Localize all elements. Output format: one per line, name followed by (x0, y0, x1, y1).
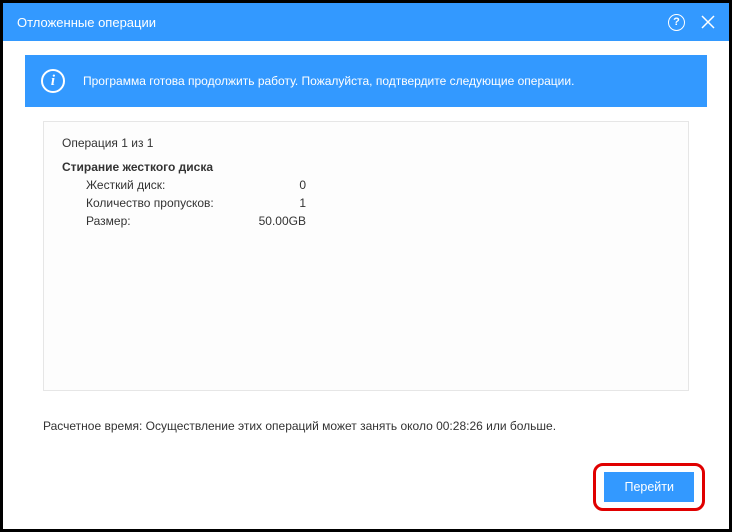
highlight-annotation: Перейти (593, 463, 705, 511)
operation-row-label: Количество пропусков: (86, 194, 246, 212)
help-icon[interactable]: ? (668, 14, 685, 31)
operation-counter: Операция 1 из 1 (62, 136, 670, 150)
window-title: Отложенные операции (17, 15, 668, 30)
operation-row-value: 0 (246, 176, 306, 194)
titlebar: Отложенные операции ? (3, 3, 729, 41)
operation-row: Размер: 50.00GB (86, 212, 670, 230)
info-icon-glyph: i (51, 73, 55, 90)
help-icon-glyph: ? (673, 16, 680, 28)
operation-title: Стирание жесткого диска (62, 160, 670, 174)
estimate-text: Расчетное время: Осуществление этих опер… (43, 419, 689, 433)
info-banner: i Программа готова продолжить работу. По… (25, 55, 707, 107)
operation-row-label: Размер: (86, 212, 246, 230)
operation-row: Жесткий диск: 0 (86, 176, 670, 194)
dialog-window: Отложенные операции ? i Программа готова… (0, 0, 732, 532)
operation-row: Количество пропусков: 1 (86, 194, 670, 212)
titlebar-actions: ? (668, 14, 715, 31)
operation-row-value: 1 (246, 194, 306, 212)
operation-details: Жесткий диск: 0 Количество пропусков: 1 … (62, 176, 670, 230)
operations-panel: Операция 1 из 1 Стирание жесткого диска … (43, 121, 689, 391)
info-message: Программа готова продолжить работу. Пожа… (83, 74, 574, 88)
close-icon[interactable] (701, 15, 715, 29)
info-icon: i (41, 69, 65, 93)
go-button[interactable]: Перейти (604, 472, 694, 502)
operation-row-value: 50.00GB (246, 212, 306, 230)
footer: Перейти (593, 463, 705, 511)
operation-row-label: Жесткий диск: (86, 176, 246, 194)
